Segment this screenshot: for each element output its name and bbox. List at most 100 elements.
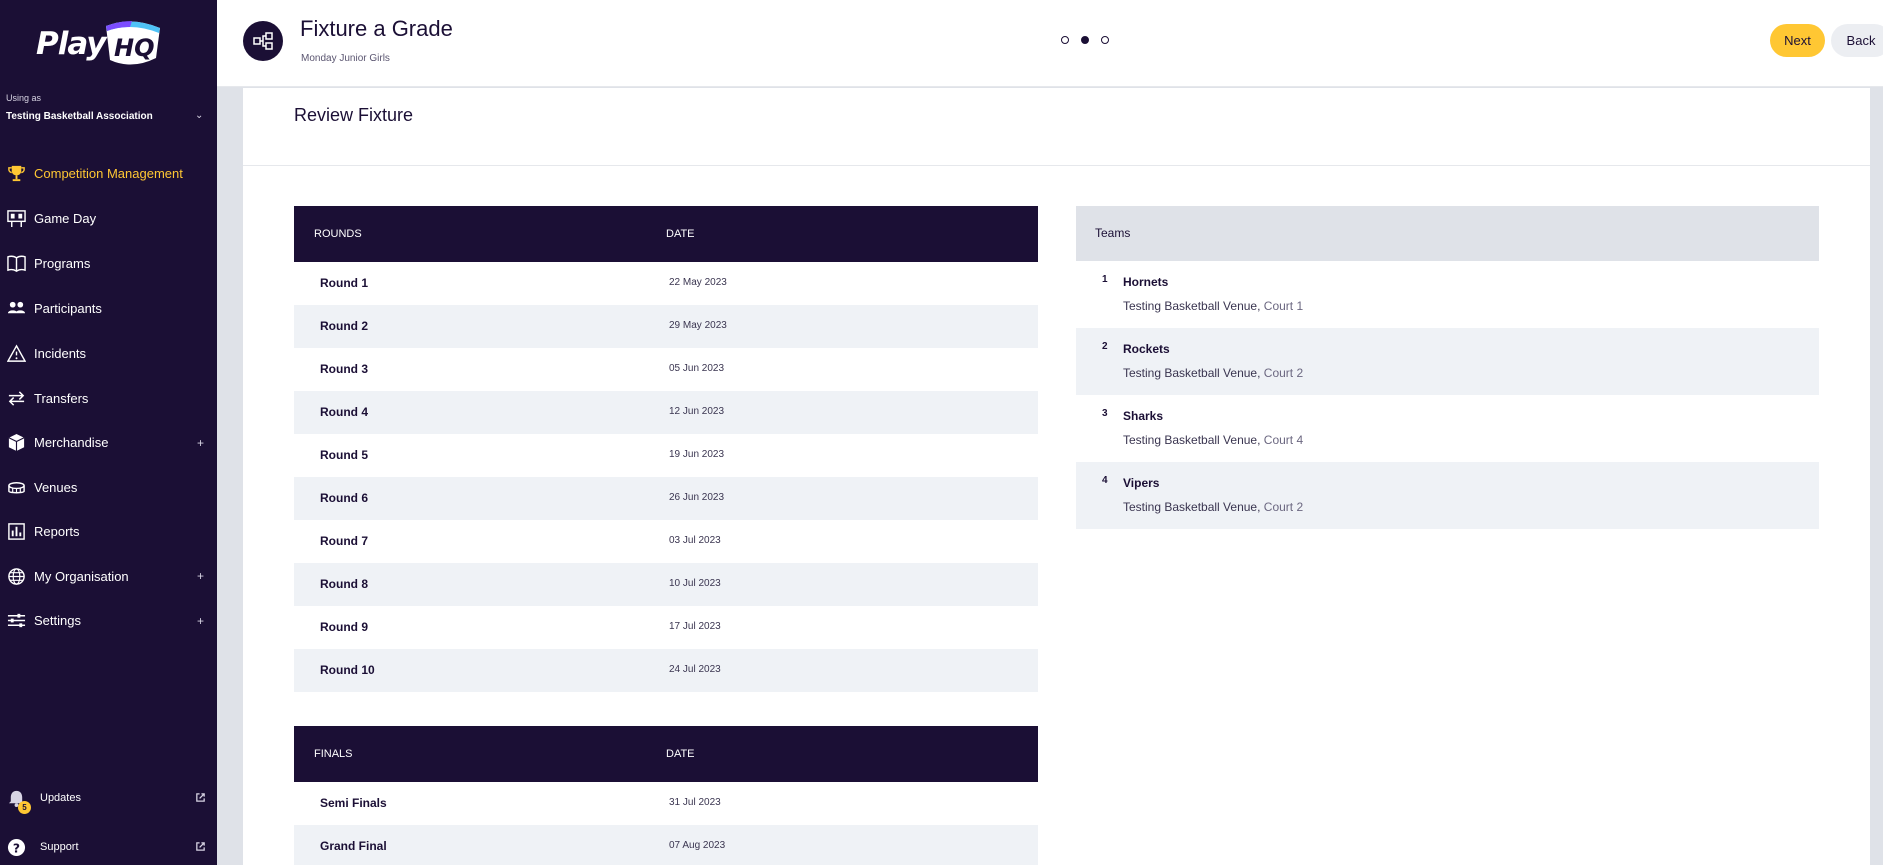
svg-text:HQ: HQ bbox=[114, 34, 155, 62]
table-row: Round 6 26 Jun 2023 bbox=[294, 477, 1038, 520]
team-name: Sharks bbox=[1123, 409, 1164, 423]
team-name: Rockets bbox=[1123, 342, 1170, 356]
column-header-date: DATE bbox=[666, 748, 695, 760]
table-row: Round 1 22 May 2023 bbox=[294, 262, 1038, 305]
divider bbox=[243, 165, 1870, 166]
venue-name: Testing Basketball Venue, bbox=[1123, 433, 1261, 447]
page-title: Fixture a Grade bbox=[300, 16, 453, 41]
table-row: Grand Final 07 Aug 2023 bbox=[294, 825, 1038, 865]
trophy-icon bbox=[6, 164, 26, 184]
expand-plus-icon[interactable]: + bbox=[197, 569, 204, 583]
playhq-logo[interactable]: Play HQ bbox=[36, 14, 166, 70]
team-venue: Testing Basketball Venue, Court 1 bbox=[1123, 299, 1303, 313]
round-date: 31 Jul 2023 bbox=[669, 797, 721, 808]
rounds-table-header: ROUNDS DATE bbox=[294, 206, 1038, 262]
sidebar-item-label: My Organisation bbox=[34, 568, 129, 584]
step-dot-2 bbox=[1081, 36, 1089, 44]
court-name: Court 4 bbox=[1263, 433, 1304, 447]
team-row: 1 Hornets Testing Basketball Venue, Court … bbox=[1076, 261, 1819, 328]
table-row: Round 5 19 Jun 2023 bbox=[294, 434, 1038, 477]
finals-table-body: Semi Finals 31 Jul 2023 Grand Final 07 Aug … bbox=[294, 782, 1038, 865]
support-link[interactable]: ? Support bbox=[6, 832, 206, 862]
team-venue: Testing Basketball Venue, Court 2 bbox=[1123, 366, 1303, 380]
box-icon bbox=[6, 433, 26, 453]
updates-label: Updates bbox=[40, 792, 81, 804]
sidebar-item-incidents[interactable]: Incidents bbox=[0, 331, 217, 376]
help-icon: ? bbox=[6, 837, 26, 857]
sidebar-item-venues[interactable]: Venues bbox=[0, 465, 217, 510]
team-name: Vipers bbox=[1123, 476, 1160, 490]
svg-text:?: ? bbox=[12, 841, 19, 855]
support-label: Support bbox=[40, 841, 79, 853]
expand-plus-icon[interactable]: + bbox=[197, 436, 204, 450]
sidebar-item-participants[interactable]: Participants bbox=[0, 286, 217, 331]
round-name: Round 9 bbox=[320, 620, 368, 634]
sidebar-item-label: Merchandise bbox=[34, 435, 109, 451]
sidebar-item-game-day[interactable]: Game Day bbox=[0, 196, 217, 241]
court-name: Court 2 bbox=[1263, 366, 1304, 380]
step-dot-1 bbox=[1061, 36, 1069, 44]
round-name: Round 5 bbox=[320, 448, 368, 462]
sidebar-item-label: Participants bbox=[34, 301, 102, 316]
sidebar-item-merchandise[interactable]: Merchandise + bbox=[0, 421, 217, 466]
team-name: Hornets bbox=[1123, 275, 1169, 289]
page-subtitle: Monday Junior Girls bbox=[301, 53, 390, 64]
round-name: Round 6 bbox=[320, 491, 368, 505]
team-row: 4 Vipers Testing Basketball Venue, Court 2 bbox=[1076, 462, 1819, 529]
sidebar-item-label: Settings bbox=[34, 613, 81, 629]
round-date: 10 Jul 2023 bbox=[669, 578, 721, 589]
round-name: Round 3 bbox=[320, 362, 368, 376]
team-venue: Testing Basketball Venue, Court 4 bbox=[1123, 433, 1303, 447]
sidebar-item-competition-management[interactable]: Competition Management bbox=[0, 151, 217, 196]
sidebar-item-label: Reports bbox=[34, 524, 80, 540]
table-row: Semi Finals 31 Jul 2023 bbox=[294, 782, 1038, 825]
round-date: 12 Jun 2023 bbox=[669, 406, 725, 417]
stadium-icon bbox=[6, 477, 26, 497]
external-link-icon bbox=[196, 793, 205, 802]
table-row: Round 4 12 Jun 2023 bbox=[294, 391, 1038, 434]
chevron-down-icon[interactable]: ⌄ bbox=[195, 110, 203, 121]
round-name: Round 10 bbox=[320, 663, 375, 677]
sliders-icon bbox=[6, 611, 26, 631]
fixture-icon bbox=[243, 21, 283, 61]
people-icon bbox=[6, 299, 26, 319]
sidebar-item-label: Transfers bbox=[34, 390, 89, 406]
sidebar-item-label: Programs bbox=[34, 256, 91, 271]
sidebar-item-my-organisation[interactable]: My Organisation + bbox=[0, 554, 217, 599]
finals-table-header: FINALS DATE bbox=[294, 726, 1038, 782]
rounds-table: ROUNDS DATE Round 1 22 May 2023 Round 2 29 … bbox=[294, 206, 1038, 692]
scoreboard-icon bbox=[6, 209, 26, 229]
logo-hq-shield-icon: HQ bbox=[106, 21, 160, 65]
updates-badge: 5 bbox=[18, 801, 31, 814]
expand-plus-icon[interactable]: + bbox=[197, 614, 204, 628]
column-header-finals: FINALS bbox=[314, 748, 353, 760]
book-icon bbox=[6, 254, 26, 274]
sidebar-item-label: Incidents bbox=[34, 346, 87, 361]
step-indicator bbox=[1061, 36, 1109, 44]
finals-table: FINALS DATE Semi Finals 31 Jul 2023 Grand … bbox=[294, 726, 1038, 865]
round-date: 17 Jul 2023 bbox=[669, 621, 721, 632]
venue-name: Testing Basketball Venue, bbox=[1123, 366, 1261, 380]
sidebar-item-transfers[interactable]: Transfers bbox=[0, 376, 217, 421]
table-row: Round 2 29 May 2023 bbox=[294, 305, 1038, 348]
table-row: Round 3 05 Jun 2023 bbox=[294, 348, 1038, 391]
sidebar-item-settings[interactable]: Settings + bbox=[0, 599, 217, 644]
using-as-label: Using as bbox=[6, 93, 42, 103]
round-name: Round 8 bbox=[320, 577, 368, 591]
round-date: 24 Jul 2023 bbox=[669, 664, 721, 675]
next-button[interactable]: Next bbox=[1770, 24, 1825, 57]
table-row: Round 9 17 Jul 2023 bbox=[294, 606, 1038, 649]
org-switcher[interactable]: Testing Basketball Association bbox=[6, 111, 153, 122]
sidebar-item-programs[interactable]: Programs bbox=[0, 241, 217, 286]
round-date: 29 May 2023 bbox=[669, 320, 727, 331]
team-number: 2 bbox=[1102, 341, 1108, 352]
back-button[interactable]: Back bbox=[1831, 24, 1883, 57]
column-header-date: DATE bbox=[666, 228, 695, 240]
warning-icon bbox=[6, 344, 26, 364]
court-name: Court 2 bbox=[1263, 500, 1304, 514]
court-name: Court 1 bbox=[1263, 299, 1304, 313]
round-name: Round 2 bbox=[320, 319, 368, 333]
updates-link[interactable]: 5 Updates bbox=[6, 783, 206, 814]
team-number: 4 bbox=[1102, 475, 1108, 486]
sidebar-item-reports[interactable]: Reports bbox=[0, 510, 217, 555]
